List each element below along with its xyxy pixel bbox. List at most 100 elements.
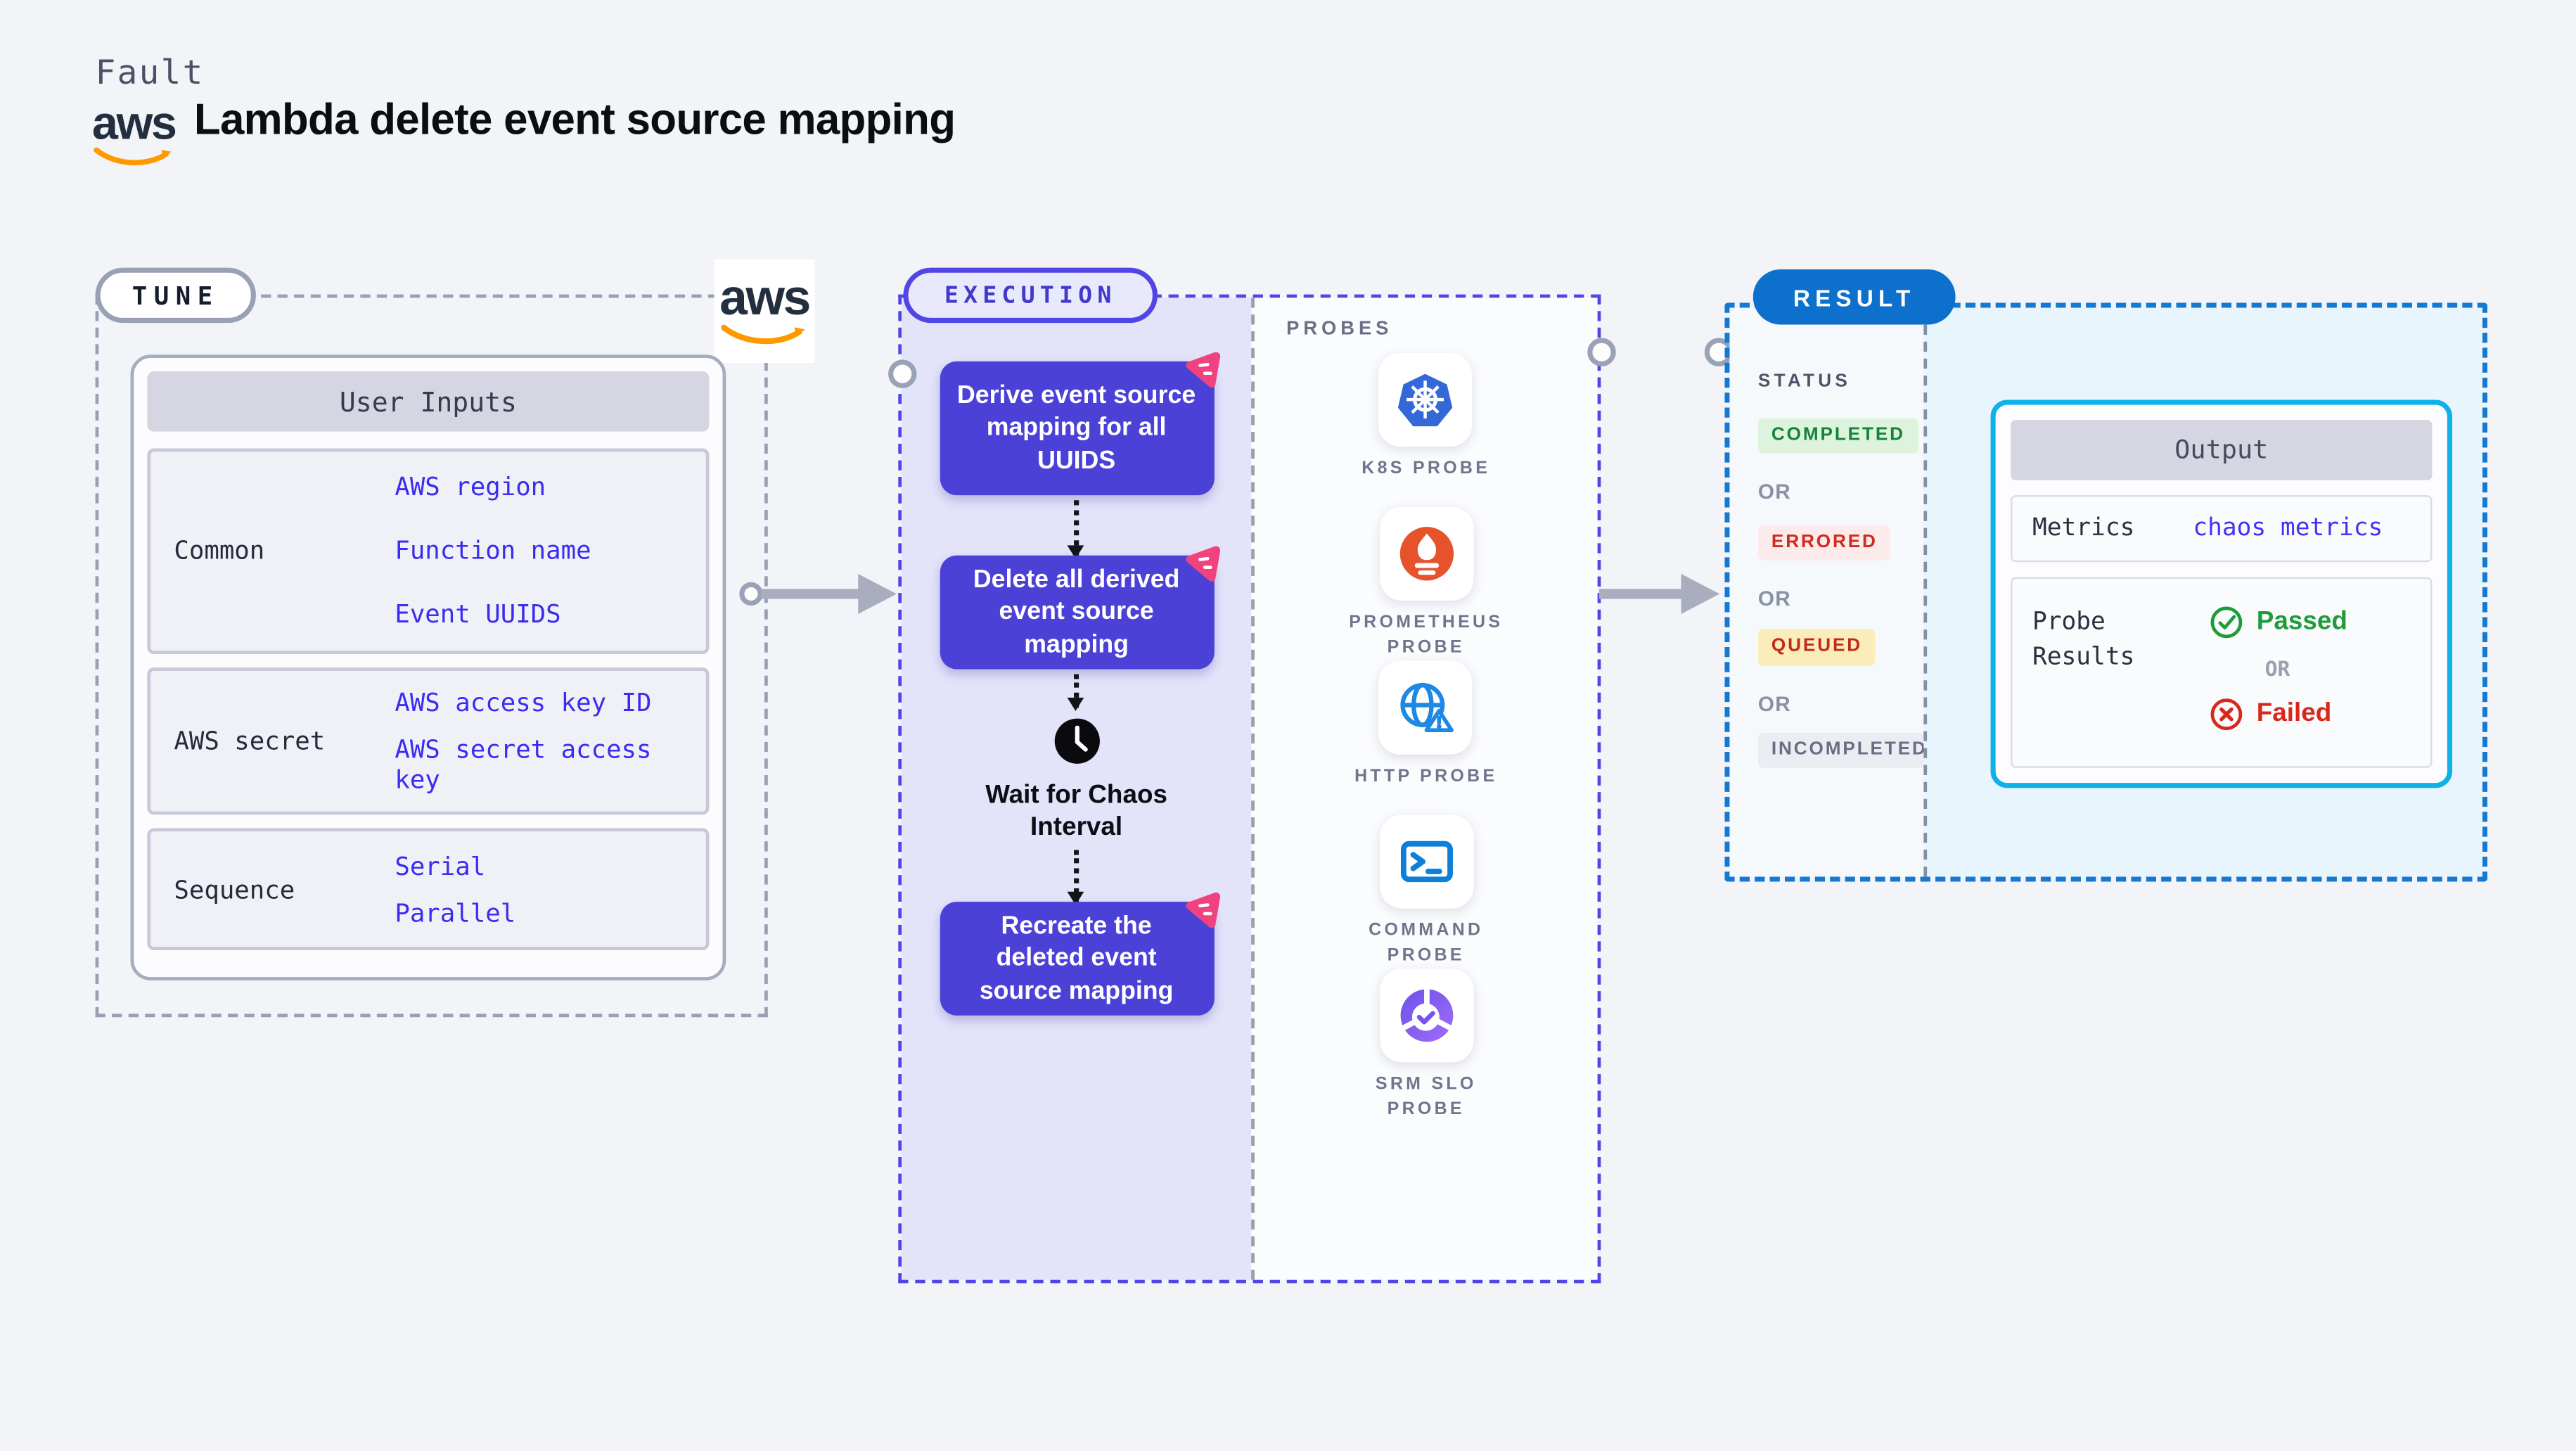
input-row-label: AWS secret: [174, 726, 326, 756]
prometheus-icon: [1399, 527, 1453, 581]
result-section-pill: RESULT: [1752, 269, 1956, 325]
srm-slo-icon: [1399, 989, 1453, 1042]
failed-label: Failed: [2256, 699, 2332, 728]
probe-label: COMMAND PROBE: [1369, 920, 1484, 966]
probes-region: PROBES K8S PROBE PROMETHEUS PROBE HTTP P…: [1251, 298, 1598, 1280]
input-row-common: Common AWS region Function name Event UU…: [147, 448, 710, 654]
probe-tile: [1379, 506, 1473, 601]
status-badge-errored: ERRORED: [1757, 525, 1891, 561]
probe-list: K8S PROBE PROMETHEUS PROBE HTTP PROBE CO…: [1349, 352, 1504, 1123]
aws-logo-text: aws: [719, 271, 811, 326]
input-link-event-uuids[interactable]: Event UUIDS: [395, 599, 679, 629]
page: Fault aws Lambda delete event source map…: [0, 0, 2576, 1451]
status-title: STATUS: [1757, 371, 1852, 392]
input-row-label: Common: [174, 536, 265, 566]
chaos-icon: [1185, 352, 1219, 388]
status-column: STATUS COMPLETED OR ERRORED OR QUEUED OR…: [1729, 307, 1941, 877]
status-badge-completed: COMPLETED: [1757, 418, 1918, 454]
input-row-label: Sequence: [174, 874, 295, 905]
probe-tile: [1379, 352, 1473, 447]
user-inputs-card: User Inputs Common AWS region Function n…: [130, 354, 726, 980]
probe-label: SRM SLO PROBE: [1375, 1074, 1477, 1120]
connector-dot-icon: [1587, 338, 1616, 366]
arrow-right-icon: [1598, 573, 1720, 614]
step-derive-event-source-mapping: Derive event source mapping for all UUID…: [939, 352, 1219, 496]
probe-item-prometheus: PROMETHEUS PROBE: [1349, 506, 1504, 661]
check-circle-icon: [2210, 606, 2243, 639]
or-label: OR: [1757, 587, 1791, 612]
aws-logo-icon: aws: [91, 96, 177, 170]
http-globe-icon: [1401, 682, 1455, 732]
output-metrics-row: Metrics chaos metrics: [2011, 495, 2433, 563]
chaos-icon: [1185, 892, 1219, 928]
or-label: OR: [1757, 691, 1791, 716]
output-probe-results-row: Probe Results Passed OR Failed: [2011, 577, 2433, 768]
probe-item-k8s: K8S PROBE: [1361, 352, 1491, 507]
probe-item-http: HTTP PROBE: [1354, 660, 1498, 815]
wait-step: [1053, 717, 1100, 772]
result-section-box: STATUS COMPLETED OR ERRORED OR QUEUED OR…: [1724, 302, 2487, 882]
step-label: Delete all derived event source mapping: [973, 565, 1180, 659]
aws-logo-icon: aws: [714, 259, 815, 364]
step-label: Recreate the deleted event source mappin…: [979, 911, 1174, 1005]
step-recreate-event-source-mapping: Recreate the deleted event source mappin…: [939, 892, 1219, 1016]
probe-label: HTTP PROBE: [1354, 766, 1498, 786]
flow-arrow-down-icon: [1067, 674, 1084, 711]
step-label: Derive event source mapping for all UUID…: [957, 381, 1196, 475]
probe-item-srm-slo: SRM SLO PROBE: [1376, 969, 1477, 1123]
probes-title: PROBES: [1286, 319, 1393, 340]
diagram-canvas: Fault aws Lambda delete event source map…: [0, 0, 2576, 1450]
command-terminal-icon: [1399, 840, 1452, 883]
aws-smile-icon: [721, 324, 805, 345]
passed-line: Passed: [2210, 606, 2347, 639]
execution-section-box: Derive event source mapping for all UUID…: [898, 294, 1601, 1284]
page-title: Lambda delete event source mapping: [193, 94, 956, 144]
probe-label: K8S PROBE: [1361, 458, 1491, 479]
input-row-values: Serial Parallel: [395, 843, 679, 936]
fault-eyebrow: Fault: [95, 51, 205, 92]
flow-arrow-down-icon: [1067, 850, 1084, 905]
clock-icon: [1053, 718, 1099, 764]
execution-section-pill: EXECUTION: [903, 267, 1158, 324]
step-delete-event-source-mapping: Delete all derived event source mapping: [939, 546, 1219, 670]
input-link-aws-region[interactable]: AWS region: [395, 473, 679, 503]
status-badge-queued: QUEUED: [1757, 629, 1876, 665]
x-circle-icon: [2210, 698, 2243, 731]
or-label: OR: [2264, 656, 2290, 682]
probe-label: PROMETHEUS PROBE: [1349, 612, 1504, 658]
probe-item-command: COMMAND PROBE: [1369, 814, 1483, 969]
aws-logo-text: aws: [91, 96, 177, 149]
wait-step-label: Wait for Chaos Interval: [985, 781, 1168, 841]
input-row-values: AWS access key ID AWS secret access key: [395, 679, 662, 803]
flow-arrow-down-icon: [1067, 500, 1084, 559]
aws-smile-icon: [94, 147, 172, 166]
passed-label: Passed: [2256, 607, 2347, 636]
chaos-icon: [1185, 546, 1219, 582]
execution-flow-region: Derive event source mapping for all UUID…: [902, 298, 1252, 1280]
metrics-label: Metrics: [2032, 515, 2135, 542]
probe-tile: [1379, 969, 1473, 1063]
kubernetes-icon: [1398, 373, 1454, 427]
input-link-parallel[interactable]: Parallel: [395, 897, 679, 928]
failed-line: Failed: [2210, 698, 2347, 731]
input-row-aws-secret: AWS secret AWS access key ID AWS secret …: [147, 667, 710, 815]
probe-tile: [1379, 814, 1473, 909]
output-region: Output Metrics chaos metrics Probe Resul…: [1923, 307, 2482, 877]
tune-section-pill: TUNE: [95, 267, 256, 324]
status-badge-incompleted: INCOMPLETED: [1757, 731, 1941, 768]
output-title: Output: [2011, 420, 2433, 480]
probe-results-label: Probe Results: [2032, 608, 2135, 671]
output-card: Output Metrics chaos metrics Probe Resul…: [1990, 399, 2453, 788]
input-link-function-name[interactable]: Function name: [395, 536, 679, 566]
input-link-access-key-id[interactable]: AWS access key ID: [395, 687, 662, 717]
chaos-metrics-link[interactable]: chaos metrics: [2193, 516, 2383, 542]
or-label: OR: [1757, 480, 1791, 504]
probe-results-values: Passed OR Failed: [2210, 606, 2347, 766]
user-inputs-title: User Inputs: [147, 371, 710, 432]
arrow-right-icon: [739, 573, 897, 614]
input-row-sequence: Sequence Serial Parallel: [147, 828, 710, 951]
input-row-values: AWS region Function name Event UUIDS: [395, 456, 679, 646]
input-link-serial[interactable]: Serial: [395, 851, 679, 881]
input-link-secret-access-key[interactable]: AWS secret access key: [395, 734, 662, 795]
connector-dot-icon: [888, 359, 917, 388]
